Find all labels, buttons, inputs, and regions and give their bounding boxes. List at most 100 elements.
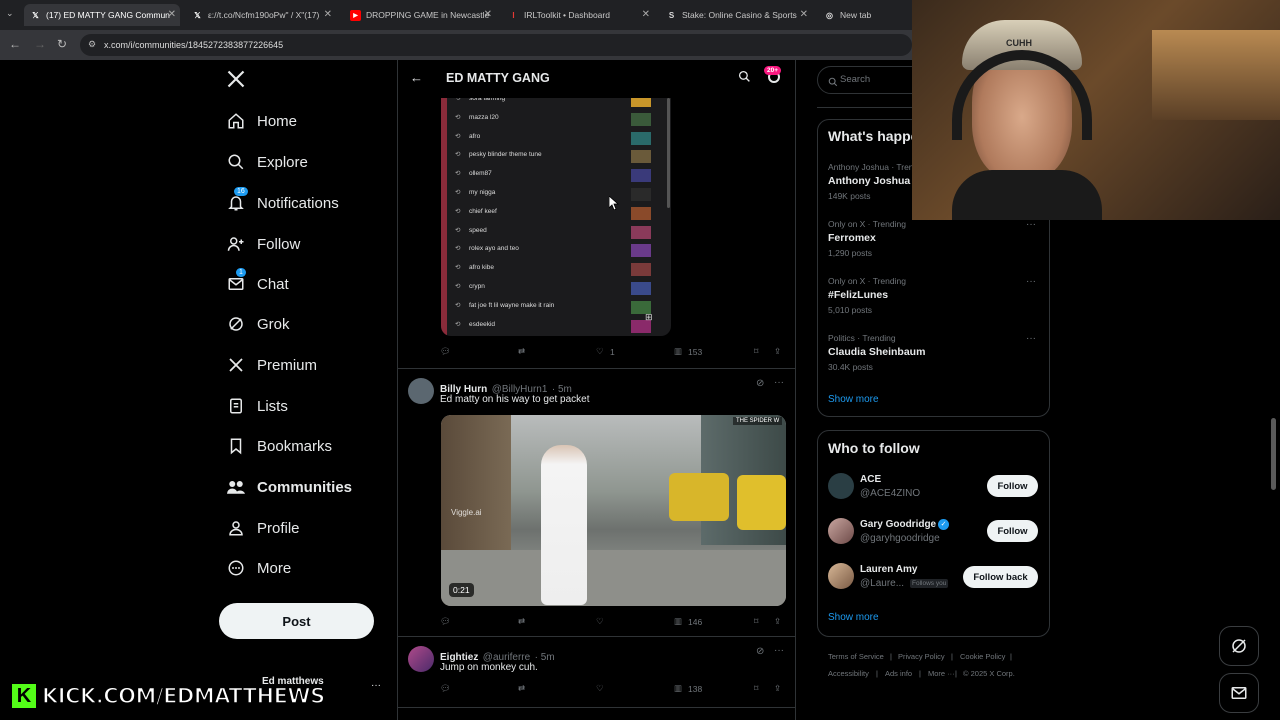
suggestion-name: Lauren Amy bbox=[860, 564, 918, 575]
tab-new-tab[interactable]: ◎ New tab bbox=[818, 4, 910, 26]
trend-title: Claudia Sheinbaum bbox=[828, 346, 926, 358]
x-logo-icon[interactable] bbox=[226, 69, 248, 91]
back-arrow-icon[interactable]: ← bbox=[410, 70, 423, 85]
share-icon[interactable]: ⇪ bbox=[774, 683, 781, 694]
like-icon[interactable]: ♡ bbox=[596, 683, 604, 694]
webcam-overlay: CUHH bbox=[912, 0, 1280, 220]
like-icon[interactable]: ♡ bbox=[596, 346, 604, 357]
suggestion-handle: @garyhgoodridge bbox=[860, 533, 940, 544]
trend-more-icon[interactable]: ··· bbox=[1026, 333, 1036, 344]
footer-link[interactable]: Accessibility bbox=[828, 669, 869, 678]
repost-icon[interactable]: ⇄ bbox=[518, 346, 525, 357]
close-tab-icon[interactable]: ✕ bbox=[324, 9, 332, 20]
avatar[interactable] bbox=[828, 473, 854, 499]
search-icon[interactable] bbox=[738, 70, 751, 88]
post-image[interactable]: ⟲ sora farming ⟲ mazza l20 ⟲ afro ⟲ pesky blind… bbox=[441, 98, 671, 336]
more-icon[interactable]: ··· bbox=[774, 645, 784, 656]
sidebar-item-communities[interactable]: Communities bbox=[226, 476, 352, 498]
tab-tco-link[interactable]: 𝕏 ε://t.co/Ncfm190oPw" / X"(17) ✕ bbox=[186, 4, 336, 26]
avatar[interactable] bbox=[828, 518, 854, 544]
more-icon[interactable]: ··· bbox=[774, 377, 784, 388]
footer-link[interactable]: Ads info bbox=[885, 669, 912, 678]
alt-image-icon[interactable]: ⊞ bbox=[645, 312, 653, 323]
stake-favicon-icon: S bbox=[668, 10, 675, 20]
sidebar-item-follow[interactable]: Follow bbox=[226, 233, 300, 255]
post-eightiez[interactable]: Eightiez @auriferre · 5m ⊘ ··· Jump on m… bbox=[398, 637, 795, 707]
playlist-item: ⟲ crypn bbox=[455, 282, 655, 296]
tab-title: New tab bbox=[840, 10, 872, 20]
follow-button[interactable]: Follow bbox=[987, 520, 1038, 542]
trend-title: Anthony Joshua bbox=[828, 175, 911, 187]
video-player[interactable]: THE SPIDER W Viggle.ai 0:21 bbox=[441, 415, 786, 606]
who-to-follow-show-more-link[interactable]: Show more bbox=[828, 612, 879, 623]
forward-icon[interactable]: → bbox=[34, 37, 46, 51]
footer-link[interactable]: Cookie Policy bbox=[960, 652, 1005, 661]
tab-list-dropdown-icon[interactable]: ⌄ bbox=[6, 8, 14, 19]
avatar[interactable] bbox=[408, 378, 434, 404]
avatar[interactable] bbox=[828, 563, 854, 589]
playlist-item-label: sora farming bbox=[469, 98, 506, 102]
sidebar-item-grok[interactable]: Grok bbox=[226, 313, 290, 335]
sidebar-item-profile[interactable]: Profile bbox=[226, 517, 300, 539]
sidebar-item-home[interactable]: Home bbox=[226, 110, 297, 132]
grok-icon[interactable]: ⊘ bbox=[756, 378, 764, 389]
footer-link[interactable]: Terms of Service bbox=[828, 652, 884, 661]
address-bar[interactable]: ⚙ x.com/i/communities/184527238387722664… bbox=[80, 34, 912, 56]
tab-ed-matty-gang[interactable]: 𝕏 (17) ED MATTY GANG Commun ✕ bbox=[24, 4, 180, 26]
post-button[interactable]: Post bbox=[219, 603, 374, 639]
reload-icon[interactable]: ↻ bbox=[57, 37, 67, 51]
tab-youtube[interactable]: ▶ DROPPING GAME in Newcastle ✕ bbox=[344, 4, 496, 26]
sidebar-item-bookmarks[interactable]: Bookmarks bbox=[226, 435, 332, 457]
close-tab-icon[interactable]: ✕ bbox=[642, 9, 650, 20]
views-icon[interactable]: ▥ bbox=[674, 683, 682, 694]
trend-more-icon[interactable]: ··· bbox=[1026, 219, 1036, 230]
trends-show-more-link[interactable]: Show more bbox=[828, 394, 879, 405]
messages-floating-button[interactable] bbox=[1219, 673, 1259, 713]
share-icon[interactable]: ⇪ bbox=[774, 616, 781, 627]
sidebar-item-premium[interactable]: Premium bbox=[226, 354, 317, 376]
post-billy-hurn[interactable]: Billy Hurn @BillyHurn1 · 5m ⊘ ··· Ed mat… bbox=[398, 369, 795, 635]
repost-icon[interactable]: ⇄ bbox=[518, 683, 525, 694]
close-tab-icon[interactable]: ✕ bbox=[800, 9, 808, 20]
account-more-icon[interactable]: ··· bbox=[371, 680, 381, 691]
follow-button[interactable]: Follow bbox=[987, 475, 1038, 497]
sidebar-item-chat[interactable]: 1 Chat bbox=[226, 268, 289, 295]
sidebar-item-explore[interactable]: Explore bbox=[226, 151, 308, 173]
sidebar-item-lists[interactable]: Lists bbox=[226, 395, 288, 417]
sidebar-item-notifications[interactable]: 16 Notifications bbox=[226, 187, 339, 214]
like-icon[interactable]: ♡ bbox=[596, 616, 604, 627]
tab-irltoolkit[interactable]: I IRLToolkit • Dashboard ✕ bbox=[502, 4, 654, 26]
browser-tab-bar: ⌄ 𝕏 (17) ED MATTY GANG Commun ✕ 𝕏 ε://t.… bbox=[0, 0, 912, 30]
back-icon[interactable]: ← bbox=[9, 37, 21, 51]
bookmark-icon[interactable]: ⌑ bbox=[754, 346, 758, 357]
close-tab-icon[interactable]: ✕ bbox=[168, 9, 176, 20]
reply-icon[interactable]: 💬︎ bbox=[440, 346, 451, 357]
url-text: x.com/i/communities/1845272383877226645 bbox=[104, 40, 284, 50]
thumbnail bbox=[631, 112, 651, 126]
footer-link[interactable]: More ··· bbox=[928, 669, 955, 678]
sidebar-item-more[interactable]: More bbox=[226, 557, 291, 579]
history-icon: ⟲ bbox=[455, 113, 461, 121]
trend-more-icon[interactable]: ··· bbox=[1026, 276, 1036, 287]
tab-stake[interactable]: S Stake: Online Casino & Sports ✕ bbox=[660, 4, 812, 26]
close-tab-icon[interactable]: ✕ bbox=[484, 9, 492, 20]
bookmark-icon[interactable]: ⌑ bbox=[754, 683, 758, 694]
bookmark-icon[interactable]: ⌑ bbox=[754, 616, 758, 627]
reply-icon[interactable]: 💬︎ bbox=[440, 616, 451, 627]
views-icon[interactable]: ▥ bbox=[674, 616, 682, 627]
site-info-icon[interactable]: ⚙ bbox=[88, 39, 96, 50]
views-icon[interactable]: ▥ bbox=[674, 346, 682, 357]
share-icon[interactable]: ⇪ bbox=[774, 346, 781, 357]
footer-link[interactable]: Privacy Policy bbox=[898, 652, 945, 661]
playlist-item-label: afro kibe bbox=[469, 264, 494, 272]
page-scrollbar[interactable] bbox=[1271, 418, 1276, 490]
repost-icon[interactable]: ⇄ bbox=[518, 616, 525, 627]
mouse-cursor bbox=[608, 195, 620, 215]
grok-floating-button[interactable] bbox=[1219, 626, 1259, 666]
x-favicon-icon: 𝕏 bbox=[32, 10, 39, 20]
grok-icon[interactable]: ⊘ bbox=[756, 646, 764, 657]
reply-icon[interactable]: 💬︎ bbox=[440, 683, 451, 694]
trend-meta: Politics · Trending bbox=[828, 333, 896, 343]
avatar[interactable] bbox=[408, 646, 434, 672]
follow-back-button[interactable]: Follow back bbox=[963, 566, 1038, 588]
